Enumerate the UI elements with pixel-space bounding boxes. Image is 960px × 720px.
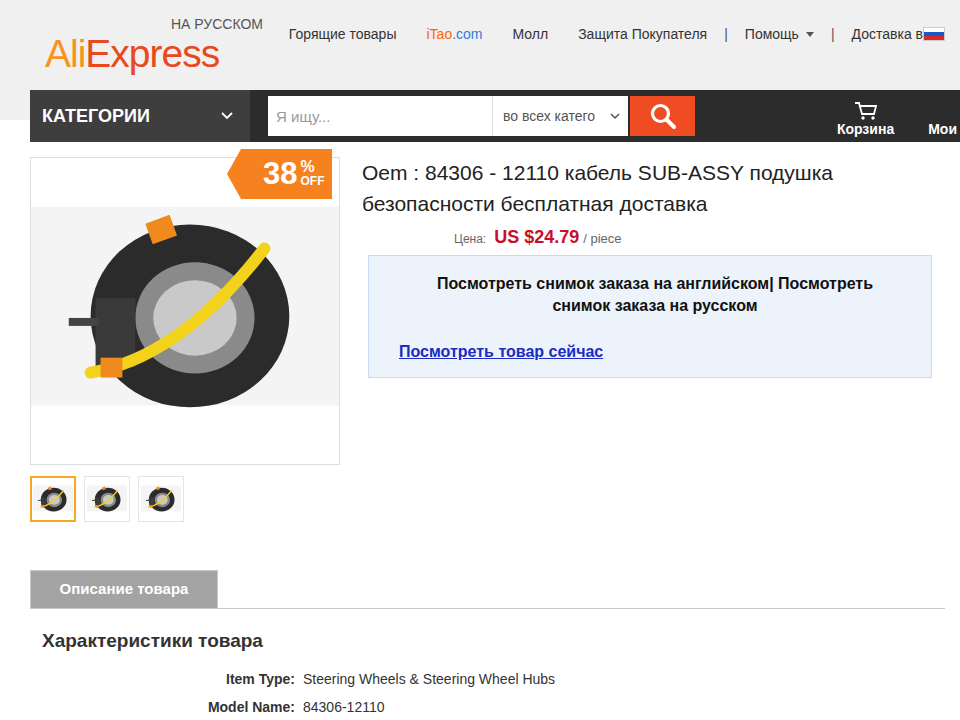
product-title: Oem : 84306 - 12110 кабель SUB-ASSY поду… [362,157,932,219]
cart-link[interactable]: Корзина [837,101,894,142]
price-label: Цена: [454,232,486,246]
spec-label: Item Type: [30,669,295,689]
view-product-link[interactable]: Посмотреть товар сейчас [399,343,603,361]
separator: | [769,275,773,292]
itao-link[interactable]: iTao.com [411,26,497,42]
gallery: 38%OFF [30,157,340,522]
shipping-selector[interactable]: Доставка в [837,26,960,42]
search-button[interactable] [630,96,695,136]
discount-badge: 38%OFF [241,149,332,199]
product-section: 38%OFF Oem : 84306 - 12110 кабель SUB-ASS… [0,157,960,522]
top-nav: Горящие товары iTao.com Молл Защита Покупат… [274,26,960,42]
spec-label: Model Name: [30,697,295,717]
chevron-down-icon[interactable] [610,112,620,120]
nav-label: Доставка в [852,26,923,42]
nav-link[interactable]: Молл [498,26,564,42]
nav-link[interactable]: Защита Покупателя [563,26,722,42]
logo-part: Express [85,32,219,75]
tab[interactable]: Описание товара [30,570,218,608]
thumbnail-photo [33,479,73,519]
specs-heading: Характеристики товара [42,630,960,652]
thumbnail[interactable] [138,476,184,522]
discount-off: OFF [300,174,324,188]
page-header: НА РУССКОМAliExpressГорящие товарыiTao.c… [0,0,960,142]
logo-part: Ali [45,32,85,75]
snapshot-links: Посмотреть снимок заказа на английском| … [410,273,900,317]
help-dropdown[interactable]: Помощь [730,26,829,42]
categories-button[interactable]: КАТЕГОРИИ [30,90,250,142]
thumbnail-photo [141,479,181,519]
cart-label: Корзина [837,121,894,137]
price-row: Цена: US $24.79 / piece [362,227,932,248]
russia-flag-icon[interactable] [923,27,945,41]
price: US $24.79 [494,227,579,248]
brand-part: Tao [430,26,453,42]
header: НА РУССКОМAliExpressГорящие товарыiTao.c… [0,0,960,90]
aliexpress-logo[interactable]: НА РУССКОМAliExpress [45,16,274,76]
english-snapshot-link[interactable]: Посмотреть снимок заказа на английском [437,275,769,292]
spec-value: 84306-12110 [303,697,960,717]
snapshot-panel: Посмотреть снимок заказа на английском| … [368,255,932,378]
cart-icon[interactable] [854,101,878,121]
caret-down-icon [806,32,814,37]
account-label: Мои [928,121,957,137]
nav-label: Молл [513,26,549,42]
brand-part: .com [452,26,482,42]
price-unit: / piece [583,231,621,246]
thumbnail[interactable] [84,476,130,522]
search-input[interactable] [268,96,492,136]
nav-separator: | [829,26,837,42]
nav-label: Защита Покупателя [578,26,707,42]
separator: | [831,26,835,42]
nav-link[interactable]: Горящие товары [274,26,412,42]
magnifier-icon[interactable] [649,102,677,130]
thumbnail-photo [87,479,127,519]
tab-label: Описание товара [60,580,189,597]
category-scope-select[interactable]: во всех катего [492,96,628,136]
search-box: во всех катего [268,96,695,136]
product-info: Oem : 84306 - 12110 кабель SUB-ASSY поду… [362,157,932,522]
brand-part: i [426,26,429,42]
logo-tagline: НА РУССКОМ [171,16,274,32]
specs-table: Item Type: Steering Wheels & Steering Whe… [30,669,960,717]
account-link[interactable]: Мои [928,121,957,142]
tab-bar: Описание товара [30,570,945,609]
categories-label: КАТЕГОРИИ [42,106,150,127]
product-image: 38%OFF [30,157,340,465]
separator: | [724,26,728,42]
thumbnail-strip [30,476,340,522]
spec-value: Steering Wheels & Steering Wheel Hubs [303,669,960,689]
scope-label: во всех катего [503,108,595,124]
chevron-down-icon[interactable] [220,111,234,121]
nav-label: Горящие товары [289,26,397,42]
search-bar: КАТЕГОРИИ во всех катего Корзина Мои [30,90,960,142]
thumbnail[interactable] [30,476,76,522]
discount-value: 38 [263,158,297,190]
nav-label: Помощь [745,26,799,42]
nav-separator: | [722,26,730,42]
logo: AliExpress [45,32,274,76]
discount-percent: % [300,160,324,174]
product-photo [31,158,339,464]
